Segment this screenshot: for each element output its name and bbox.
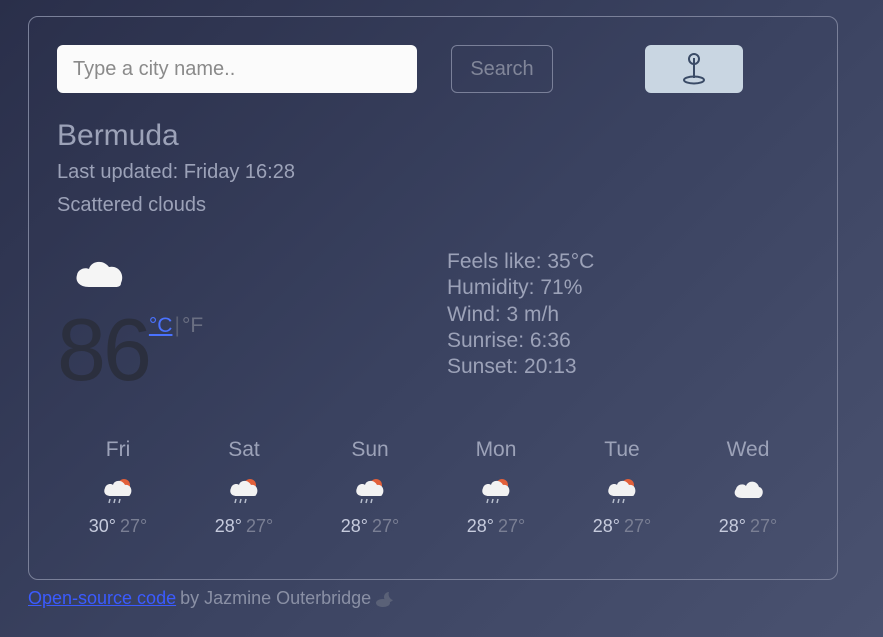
forecast-day-label: Sat — [189, 438, 299, 462]
sun-rain-cloud-icon — [189, 476, 299, 506]
forecast-high: 28° — [719, 516, 746, 536]
temperature-value: 86 — [57, 306, 149, 394]
forecast-high: 30° — [89, 516, 116, 536]
last-updated: Last updated: Friday 16:28 — [57, 159, 809, 186]
open-source-link[interactable]: Open-source code — [28, 588, 176, 609]
sun-rain-cloud-icon — [567, 476, 677, 506]
forecast-high: 28° — [467, 516, 494, 536]
forecast-day: Fri 30°27° — [63, 438, 173, 537]
forecast-temps: 28°27° — [315, 516, 425, 537]
forecast-day-label: Sun — [315, 438, 425, 462]
sun-rain-cloud-icon — [441, 476, 551, 506]
current-block: 86 °C | °F — [57, 255, 417, 394]
forecast-day: Tue 28°27° — [567, 438, 677, 537]
city-input[interactable] — [57, 45, 417, 93]
location-pin-icon — [680, 53, 708, 85]
forecast-low: 27° — [120, 516, 147, 536]
forecast-low: 27° — [750, 516, 777, 536]
unit-celsius[interactable]: °C — [149, 314, 173, 338]
forecast-high: 28° — [593, 516, 620, 536]
forecast-day: Sun 28°27° — [315, 438, 425, 537]
sunrise: Sunrise: 6:36 — [447, 328, 594, 354]
sunset: Sunset: 20:13 — [447, 354, 594, 380]
feels-like: Feels like: 35°C — [447, 249, 594, 275]
forecast-temps: 30°27° — [63, 516, 173, 537]
forecast-day: Mon 28°27° — [441, 438, 551, 537]
forecast-low: 27° — [372, 516, 399, 536]
forecast-high: 28° — [341, 516, 368, 536]
forecast-day-label: Mon — [441, 438, 551, 462]
unit-toggle: °C | °F — [149, 314, 203, 338]
search-button[interactable]: Search — [451, 45, 553, 93]
unit-fahrenheit[interactable]: °F — [182, 314, 203, 338]
humidity: Humidity: 71% — [447, 275, 594, 301]
forecast-day-label: Wed — [693, 438, 803, 462]
moon-cloud-icon — [375, 590, 397, 608]
unit-separator: | — [174, 314, 179, 338]
wind: Wind: 3 m/h — [447, 302, 594, 328]
forecast-temps: 28°27° — [441, 516, 551, 537]
sun-rain-cloud-icon — [315, 476, 425, 506]
forecast-temps: 28°27° — [567, 516, 677, 537]
footer-author: by Jazmine Outerbridge — [180, 588, 371, 609]
forecast-day: Wed 28°27° — [693, 438, 803, 537]
forecast-day-label: Fri — [63, 438, 173, 462]
details-block: Feels like: 35°C Humidity: 71% Wind: 3 m… — [447, 249, 594, 394]
forecast-low: 27° — [624, 516, 651, 536]
forecast-temps: 28°27° — [189, 516, 299, 537]
forecast-low: 27° — [498, 516, 525, 536]
cloud-icon — [693, 476, 803, 506]
forecast-day-label: Tue — [567, 438, 677, 462]
locate-button[interactable] — [645, 45, 743, 93]
forecast-low: 27° — [246, 516, 273, 536]
sun-rain-cloud-icon — [63, 476, 173, 506]
location-name: Bermuda — [57, 119, 809, 153]
weather-card: Search Bermuda Last updated: Friday 16:2… — [28, 16, 838, 580]
temperature-row: 86 °C | °F — [57, 306, 417, 394]
forecast-temps: 28°27° — [693, 516, 803, 537]
current-weather-icon — [71, 255, 417, 300]
forecast-high: 28° — [215, 516, 242, 536]
forecast-row: Fri 30°27° Sat 28°27° Sun 28°27° Mon 28°… — [57, 438, 809, 537]
forecast-day: Sat 28°27° — [189, 438, 299, 537]
condition-text: Scattered clouds — [57, 192, 809, 219]
main-row: 86 °C | °F Feels like: 35°C Humidity: 71… — [57, 255, 809, 394]
search-row: Search — [57, 45, 809, 93]
footer: Open-source code by Jazmine Outerbridge — [28, 588, 397, 609]
